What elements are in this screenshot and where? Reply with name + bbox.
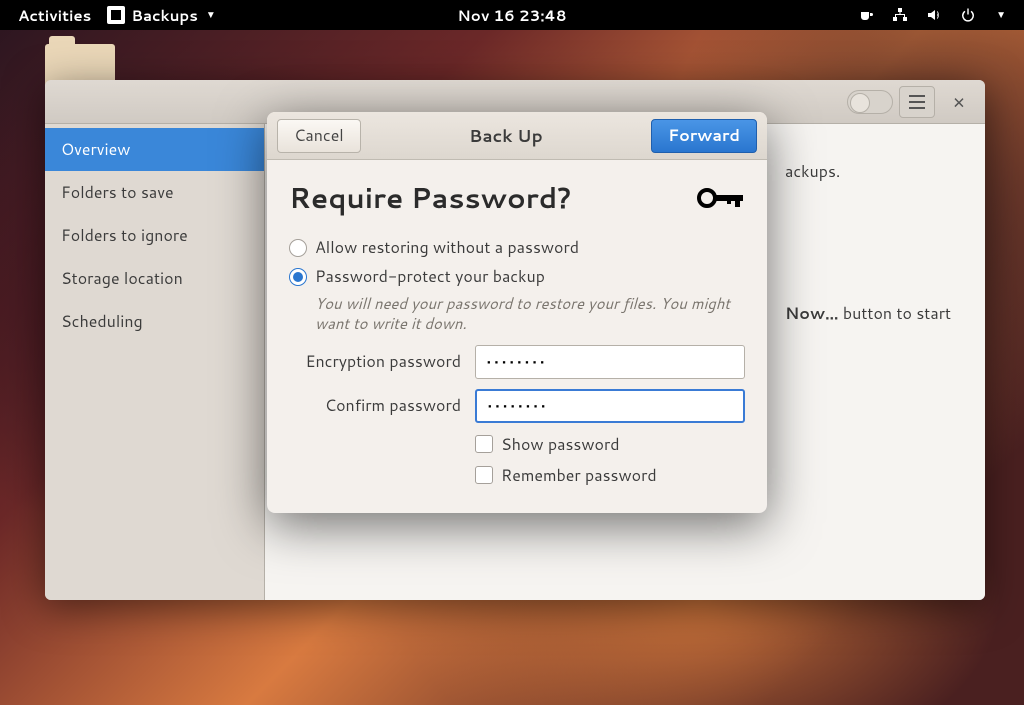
- sidebar-item-folders-ignore[interactable]: Folders to ignore: [45, 214, 264, 257]
- caffeine-icon[interactable]: [858, 7, 874, 23]
- sidebar-item-folders-save[interactable]: Folders to save: [45, 171, 264, 214]
- volume-icon[interactable]: [926, 7, 942, 23]
- checkbox-label: Remember password: [501, 464, 657, 487]
- obscured-text: Now… button to start: [785, 302, 951, 325]
- confirm-password-label: Confirm password: [289, 394, 475, 417]
- window-sidebar: Overview Folders to save Folders to igno…: [45, 124, 265, 600]
- dialog-header: Cancel Back Up Forward: [267, 112, 767, 160]
- radio-label: Allow restoring without a password: [315, 236, 579, 259]
- network-icon[interactable]: [892, 7, 908, 23]
- system-tray[interactable]: ▼: [858, 7, 1024, 23]
- checkbox-icon: [475, 466, 493, 484]
- obscured-text: ackups.: [785, 160, 840, 183]
- app-icon: [107, 6, 125, 24]
- encryption-password-label: Encryption password: [289, 350, 475, 373]
- sidebar-item-storage[interactable]: Storage location: [45, 257, 264, 300]
- clock[interactable]: Nov 16 23:48: [457, 5, 566, 26]
- radio-icon: [289, 268, 307, 286]
- activities-button[interactable]: Activities: [18, 5, 91, 26]
- chevron-down-icon: ▼: [996, 8, 1006, 22]
- app-menu[interactable]: Backups ▼: [107, 5, 215, 26]
- radio-password-protect[interactable]: Password-protect your backup: [289, 265, 745, 288]
- checkbox-icon: [475, 435, 493, 453]
- cancel-button[interactable]: Cancel: [277, 119, 361, 153]
- encryption-password-field[interactable]: [475, 345, 745, 379]
- radio-label: Password-protect your backup: [315, 265, 545, 288]
- dialog-title: Back Up: [469, 124, 543, 148]
- show-password-checkbox[interactable]: Show password: [475, 433, 745, 456]
- checkbox-label: Show password: [501, 433, 620, 456]
- password-hint: You will need your password to restore y…: [315, 294, 745, 335]
- app-menu-label: Backups: [131, 5, 198, 26]
- power-icon[interactable]: [960, 7, 976, 23]
- forward-button[interactable]: Forward: [651, 119, 757, 153]
- remember-password-checkbox[interactable]: Remember password: [475, 464, 745, 487]
- confirm-password-field[interactable]: [475, 389, 745, 423]
- window-close-button[interactable]: ×: [941, 86, 977, 118]
- hamburger-menu-button[interactable]: [899, 86, 935, 118]
- radio-icon: [289, 239, 307, 257]
- top-panel: Activities Backups ▼ Nov 16 23:48 ▼: [0, 0, 1024, 30]
- sidebar-item-scheduling[interactable]: Scheduling: [45, 300, 264, 343]
- key-icon: [697, 186, 745, 210]
- sidebar-item-overview[interactable]: Overview: [45, 128, 264, 171]
- dialog-heading: Require Password?: [289, 178, 572, 218]
- chevron-down-icon: ▼: [206, 8, 216, 22]
- radio-no-password[interactable]: Allow restoring without a password: [289, 236, 745, 259]
- backup-dialog: Cancel Back Up Forward Require Password?…: [267, 112, 767, 513]
- auto-backup-toggle[interactable]: [847, 90, 893, 114]
